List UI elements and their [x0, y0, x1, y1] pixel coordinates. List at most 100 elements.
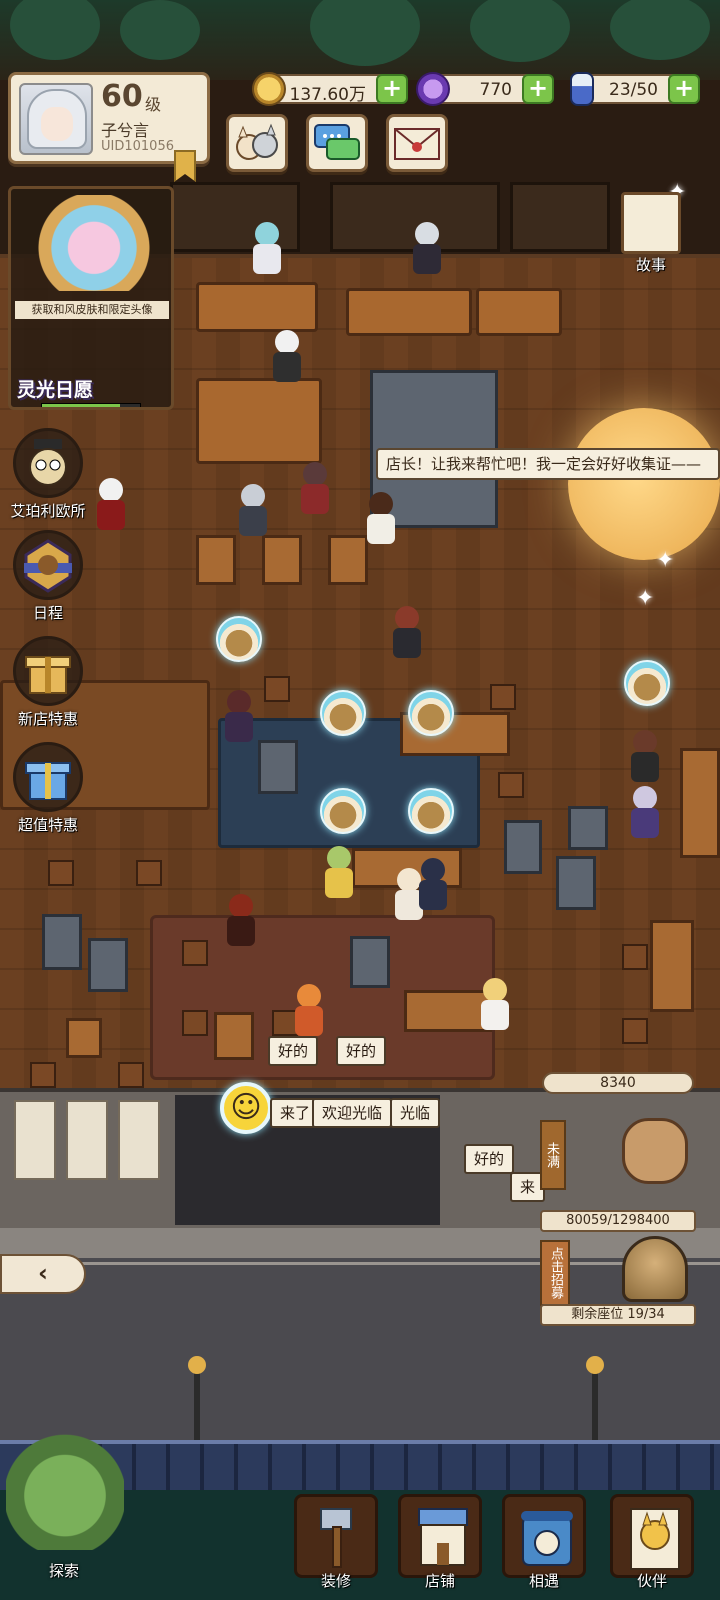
table — [650, 920, 694, 1012]
hammer-icon — [320, 1508, 352, 1568]
npc-character[interactable] — [224, 894, 258, 948]
chair — [136, 860, 162, 886]
nav-explore[interactable]: 探索 — [0, 1414, 128, 1586]
service-bell-icon[interactable] — [320, 788, 366, 834]
side-menu-label: 日程 — [32, 604, 63, 622]
chair — [118, 1062, 144, 1088]
chair — [622, 944, 648, 970]
gift-box-icon — [25, 656, 71, 694]
table — [262, 535, 302, 585]
mail-button[interactable] — [386, 114, 448, 172]
telephone-icon — [521, 1511, 573, 1566]
moon-decoration — [568, 408, 720, 560]
npc-character[interactable] — [478, 978, 512, 1032]
side-menu-item[interactable]: 新店特惠 — [10, 636, 86, 729]
cat-pair-icon — [236, 123, 278, 160]
add-coins-button[interactable]: + — [376, 74, 408, 104]
npc-character[interactable] — [410, 222, 444, 276]
street-lamp — [586, 1356, 604, 1440]
chat-button[interactable] — [306, 114, 368, 172]
potion-bottle-icon — [570, 72, 594, 106]
street-lamp — [188, 1356, 206, 1440]
npc-character[interactable] — [292, 984, 326, 1038]
event-banner[interactable]: 获取和风皮肤和限定头像 灵光日愿 — [8, 186, 174, 410]
event-title: 灵光日愿 — [17, 379, 94, 401]
table — [196, 535, 236, 585]
table — [504, 820, 542, 874]
piggy-bank-icon[interactable] — [622, 1118, 688, 1184]
story-button[interactable]: 故事 — [610, 192, 692, 284]
side-menu-item[interactable]: 超值特惠 — [10, 742, 86, 835]
service-bell-icon[interactable] — [624, 660, 670, 706]
table — [88, 938, 128, 992]
npc-character[interactable] — [322, 846, 356, 900]
side-menu-item[interactable]: 艾珀利欧所 — [10, 428, 86, 521]
collection-value: 80059/1298400 — [566, 1213, 670, 1228]
npc-character[interactable] — [628, 786, 662, 840]
service-bell-icon[interactable] — [320, 690, 366, 736]
chair — [490, 684, 516, 710]
coin-icon — [252, 72, 286, 106]
recruit-button[interactable]: 点击招募 — [540, 1240, 570, 1306]
popularity-score: 8340 — [542, 1072, 694, 1094]
coin-value: 137.60万 — [289, 85, 366, 105]
remaining-seats: 剩余座位 19/34 — [540, 1304, 696, 1326]
service-bell-icon[interactable] — [408, 690, 454, 736]
npc-character[interactable] — [390, 606, 424, 660]
npc-character[interactable] — [236, 484, 270, 538]
wall-window — [510, 182, 610, 252]
service-bell-icon[interactable] — [408, 788, 454, 834]
shop-banner — [66, 1100, 108, 1180]
nav-decorate[interactable]: 装修 — [294, 1464, 378, 1594]
event-description: 获取和风皮肤和限定头像 — [15, 301, 169, 319]
blue-gift-box-icon — [25, 762, 71, 800]
npc-character[interactable] — [250, 222, 284, 276]
npc-character[interactable] — [416, 858, 450, 912]
npc-speech-bubble: 店长！让我来帮忙吧！我一定会好好收集证—— — [376, 448, 720, 480]
event-tree-icon — [19, 195, 169, 291]
nav-shop[interactable]: 店铺 — [398, 1464, 482, 1594]
npc-character[interactable] — [94, 478, 128, 532]
stamina-value: 23/50 — [609, 80, 658, 100]
npc-character[interactable] — [222, 690, 256, 744]
add-stamina-button[interactable]: + — [668, 74, 700, 104]
collapse-arrow-button[interactable]: ‹ — [0, 1254, 86, 1294]
npc-character[interactable] — [364, 492, 398, 546]
nav-label: 店铺 — [424, 1572, 455, 1590]
npc-character[interactable] — [270, 330, 304, 384]
npc-character[interactable] — [298, 462, 332, 516]
score-value: 8340 — [600, 1075, 636, 1091]
chair — [48, 860, 74, 886]
kitchen-counter — [346, 288, 472, 336]
side-menu-label: 超值特惠 — [17, 816, 78, 834]
cats-button[interactable] — [226, 114, 288, 172]
greeting-bubble: 欢迎光临 — [312, 1098, 393, 1128]
status-badge: 未满 — [540, 1120, 566, 1190]
tree-line — [0, 0, 720, 80]
cat-card-icon — [630, 1508, 680, 1570]
service-bell-icon[interactable] — [216, 616, 262, 662]
nav-partners[interactable]: 伙伴 — [610, 1464, 694, 1594]
nav-encounter[interactable]: 相遇 — [502, 1464, 586, 1594]
recruit-panel: 8340 未满 80059/1298400 点击招募 剩余座位 19/34 — [540, 1068, 696, 1326]
level-suffix: 级 — [145, 95, 162, 114]
collection-counter: 80059/1298400 — [540, 1210, 696, 1232]
table — [214, 1012, 254, 1060]
table — [328, 535, 368, 585]
smiley-face-icon[interactable]: ☺ — [220, 1082, 272, 1134]
sparkle-icon: ✦ — [656, 548, 675, 573]
reply-bubble: 好的 — [464, 1144, 515, 1174]
add-gems-button[interactable]: + — [522, 74, 554, 104]
shop-banner — [14, 1100, 56, 1180]
chair — [182, 1010, 208, 1036]
stamina-counter: 23/50 + — [570, 72, 700, 106]
side-menu-item[interactable]: 日程 — [10, 530, 86, 623]
chair — [498, 772, 524, 798]
kitchen-counter — [196, 282, 318, 332]
avatar[interactable] — [19, 83, 93, 155]
recruit-bell-icon[interactable] — [622, 1236, 688, 1302]
purple-gem-icon — [416, 72, 450, 106]
player-uid: UID101056 — [101, 139, 174, 154]
chair — [264, 676, 290, 702]
npc-character[interactable] — [628, 730, 662, 784]
